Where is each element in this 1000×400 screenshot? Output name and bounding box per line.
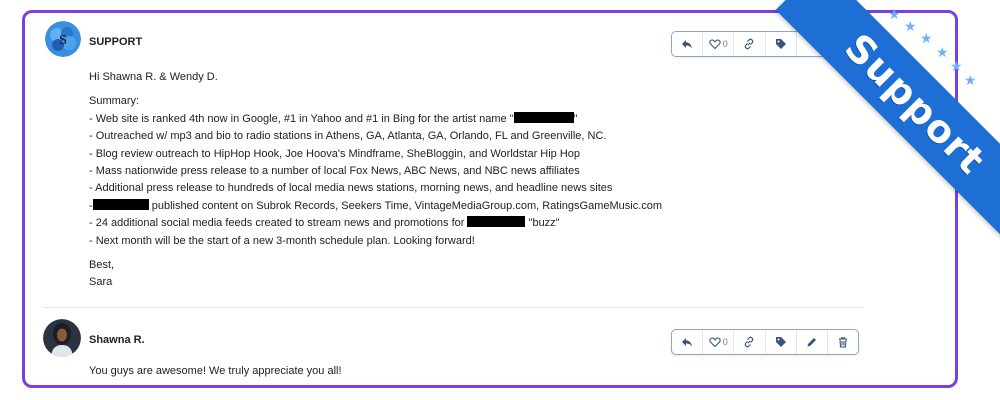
avatar[interactable]	[43, 319, 81, 357]
delete-button[interactable]	[828, 330, 858, 354]
author-name[interactable]: SUPPORT	[89, 36, 142, 48]
redacted-text	[467, 216, 526, 228]
signature: Sara	[89, 276, 113, 289]
copy-link-button[interactable]	[734, 32, 766, 56]
summary-line-text: "	[573, 112, 578, 125]
summary-line: - Additional press release to hundreds o…	[89, 180, 662, 197]
summary-line-text: - Mass nationwide press release to a num…	[89, 165, 580, 178]
edit-button[interactable]	[797, 330, 828, 354]
post-body: Hi Shawna R. & Wendy D. Summary: - Web s…	[89, 69, 662, 292]
summary-label: Summary:	[89, 95, 140, 108]
author-name[interactable]: Shawna R.	[89, 334, 145, 346]
reply-button[interactable]	[672, 32, 704, 56]
summary-line-text: - Next month will be the start of a new …	[89, 234, 475, 247]
summary-line: - published content on Subrok Records, S…	[89, 198, 662, 215]
link-icon	[745, 38, 754, 50]
summary-line-text: - Outreached w/ mp3 and bio to radio sta…	[89, 130, 607, 143]
message: You guys are awesome! We truly appreciat…	[89, 365, 342, 377]
summary-line: - Next month will be the start of a new …	[89, 233, 662, 250]
trash-icon	[838, 337, 847, 348]
tag-icon	[775, 337, 786, 347]
summary-line-text: - Blog review outreach to HipHop Hook, J…	[89, 147, 581, 160]
heart-icon	[709, 337, 721, 348]
link-icon	[745, 336, 754, 348]
edit-icon	[807, 338, 816, 347]
more-button[interactable]	[797, 32, 828, 56]
like-count: 0	[722, 337, 728, 347]
summary-line: - Web site is ranked 4th now in Google, …	[89, 111, 662, 128]
star-icon: ★	[964, 72, 977, 88]
avatar[interactable]: S	[45, 21, 81, 57]
summary-list: - Web site is ranked 4th now in Google, …	[89, 111, 662, 250]
tag-button[interactable]	[766, 32, 797, 56]
comment-post-support: S SUPPORT 0 Hi Shawna R. & Wendy D. Summ…	[25, 13, 955, 309]
summary-line-text: - Additional press release to hundreds o…	[89, 182, 613, 195]
tag-icon	[775, 39, 786, 49]
redacted-text	[92, 198, 149, 210]
reply-icon	[682, 40, 693, 49]
like-button[interactable]: 0	[703, 330, 735, 354]
summary-line: - Outreached w/ mp3 and bio to radio sta…	[89, 128, 662, 145]
comment-thread: S SUPPORT 0 Hi Shawna R. & Wendy D. Summ…	[22, 10, 958, 388]
summary-line-text: published content on Subrok Records, See…	[148, 199, 663, 212]
redacted-text	[513, 111, 574, 123]
comment-post-shawna: Shawna R. 0 You guys are awesome! We tru…	[25, 313, 955, 385]
reply-button[interactable]	[672, 330, 704, 354]
post-actions-toolbar: 0	[671, 329, 859, 355]
greeting: Hi Shawna R. & Wendy D.	[89, 71, 218, 83]
svg-text:S: S	[59, 33, 67, 48]
summary-line: - 24 additional social media feeds creat…	[89, 215, 662, 232]
more-button-2[interactable]	[828, 32, 858, 56]
post-body: You guys are awesome! We truly appreciat…	[89, 363, 342, 380]
copy-link-button[interactable]	[734, 330, 766, 354]
divider	[43, 307, 863, 308]
summary-line: - Mass nationwide press release to a num…	[89, 163, 662, 180]
closing: Best,	[89, 259, 115, 272]
summary-line-text: - Web site is ranked 4th now in Google, …	[89, 112, 514, 125]
post-actions-toolbar: 0	[671, 31, 859, 57]
like-button[interactable]: 0	[703, 32, 735, 56]
tag-button[interactable]	[766, 330, 797, 354]
summary-line-text: "buzz"	[525, 217, 560, 230]
reply-icon	[682, 338, 693, 347]
summary-line: - Blog review outreach to HipHop Hook, J…	[89, 146, 662, 163]
heart-icon	[709, 39, 721, 50]
like-count: 0	[722, 39, 728, 49]
summary-line-text: - 24 additional social media feeds creat…	[89, 217, 468, 230]
